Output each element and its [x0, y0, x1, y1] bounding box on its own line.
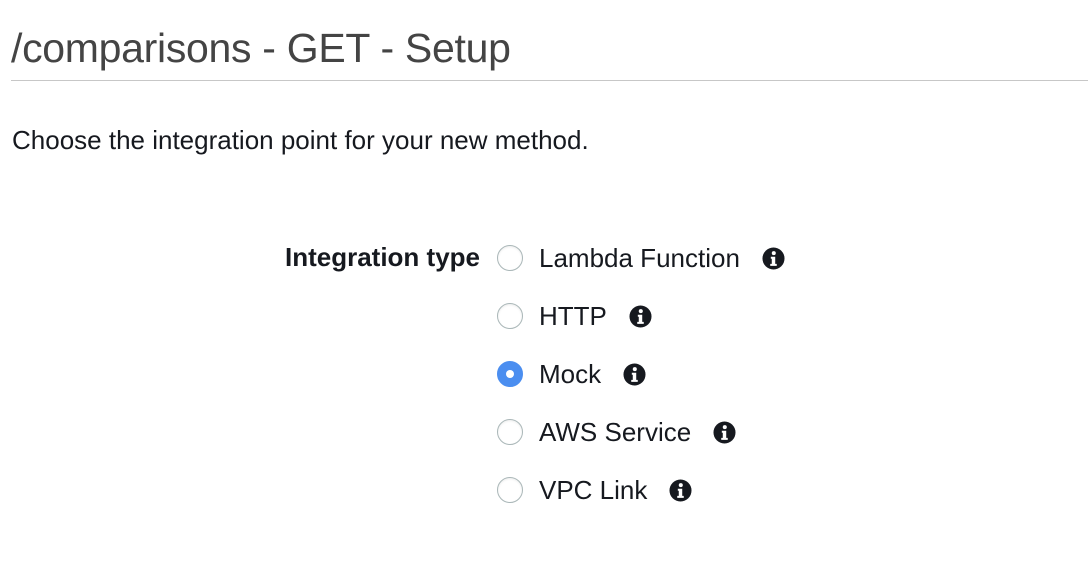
- option-label[interactable]: Lambda Function: [539, 240, 740, 276]
- option-lambda-function[interactable]: Lambda Function: [497, 238, 997, 278]
- integration-type-label: Integration type: [284, 242, 480, 272]
- info-icon[interactable]: [762, 246, 785, 270]
- info-icon[interactable]: [629, 304, 652, 328]
- integration-type-radio-group: Lambda Function HTTP Mock AWS Service VP…: [497, 238, 997, 528]
- option-mock[interactable]: Mock: [497, 354, 997, 394]
- option-label[interactable]: VPC Link: [539, 472, 647, 508]
- option-label[interactable]: Mock: [539, 356, 601, 392]
- page-title: /comparisons - GET - Setup: [11, 25, 511, 71]
- info-icon[interactable]: [669, 478, 692, 502]
- radio-vpc-link[interactable]: [497, 477, 523, 503]
- radio-aws-service[interactable]: [497, 419, 523, 445]
- intro-text: Choose the integration point for your ne…: [12, 125, 589, 155]
- option-vpc-link[interactable]: VPC Link: [497, 470, 997, 510]
- option-http[interactable]: HTTP: [497, 296, 997, 336]
- radio-lambda-function[interactable]: [497, 245, 523, 271]
- option-aws-service[interactable]: AWS Service: [497, 412, 997, 452]
- info-icon[interactable]: [623, 362, 646, 386]
- radio-mock-selected[interactable]: [497, 361, 523, 387]
- option-label[interactable]: HTTP: [539, 298, 607, 334]
- title-divider: [11, 80, 1088, 81]
- option-label[interactable]: AWS Service: [539, 414, 691, 450]
- method-setup-page: /comparisons - GET - Setup Choose the in…: [0, 0, 1088, 576]
- radio-http[interactable]: [497, 303, 523, 329]
- info-icon[interactable]: [713, 420, 736, 444]
